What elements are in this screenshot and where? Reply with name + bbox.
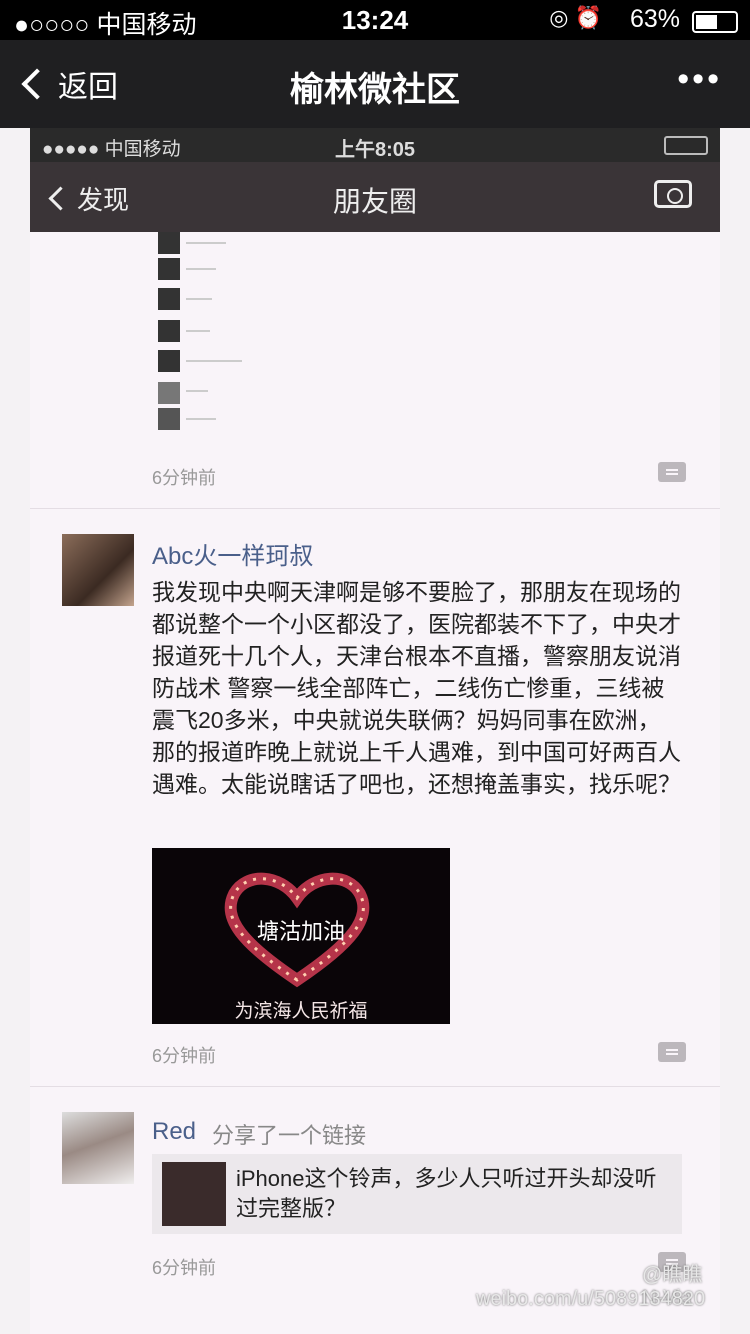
image-caption: 为滨海人民祈福 bbox=[234, 1001, 368, 1022]
share-description: 分享了一个链接 bbox=[212, 1123, 367, 1148]
inner-status-bar: ●●●●● 中国移动 上午8:05 bbox=[30, 128, 720, 162]
inner-battery-icon bbox=[664, 136, 708, 155]
inner-nav-bar: 发现 朋友圈 bbox=[30, 162, 720, 232]
post-time: 6分钟前 bbox=[152, 1046, 217, 1066]
post-image: 塘沽加油 为滨海人民祈福 bbox=[152, 848, 450, 1024]
camera-icon bbox=[654, 180, 692, 208]
lock-alarm-icon: ◎ ⏰ bbox=[549, 5, 602, 30]
inner-title: 朋友圈 bbox=[332, 186, 417, 217]
divider bbox=[30, 1086, 720, 1087]
post-author: Red bbox=[152, 1118, 197, 1145]
link-thumbnail bbox=[162, 1162, 226, 1226]
embedded-screenshot: ●●●●● 中国移动 上午8:05 发现 朋友圈 6分钟前 Abc火一样珂叔 我… bbox=[30, 128, 720, 1334]
page-title: 榆林微社区 bbox=[290, 71, 460, 109]
post-time: 6分钟前 bbox=[152, 1258, 217, 1278]
inner-time: 上午8:05 bbox=[334, 139, 416, 161]
watermark: weibo.com/u/5089134820 bbox=[476, 1288, 706, 1310]
post-text: 我发现中央啊天津啊是够不要脸了，那朋友在现场的都说整个一个小区都没了，医院都装不… bbox=[152, 579, 681, 797]
image-title: 塘沽加油 bbox=[256, 919, 345, 944]
more-button[interactable]: ••• bbox=[677, 60, 722, 99]
post-author: Abc火一样珂叔 bbox=[152, 543, 314, 570]
battery-icon bbox=[692, 11, 738, 33]
comment-icon bbox=[658, 1042, 686, 1062]
shared-link-card: iPhone这个铃声，多少人只听过开头却没听过完整版？ bbox=[152, 1154, 682, 1234]
avatar bbox=[62, 1112, 134, 1184]
divider bbox=[30, 508, 720, 509]
comment-icon bbox=[658, 462, 686, 482]
avatar bbox=[62, 534, 134, 606]
link-text: iPhone这个铃声，多少人只听过开头却没听过完整版？ bbox=[236, 1166, 657, 1221]
nav-bar: 返回 榆林微社区 ••• bbox=[0, 40, 750, 128]
battery-percent: 63% bbox=[629, 5, 680, 33]
status-bar: ●○○○○ 中国移动 13:24 ◎ ⏰ 63% bbox=[0, 0, 750, 40]
post-time: 6分钟前 bbox=[152, 468, 217, 488]
post-image-list bbox=[154, 232, 374, 452]
